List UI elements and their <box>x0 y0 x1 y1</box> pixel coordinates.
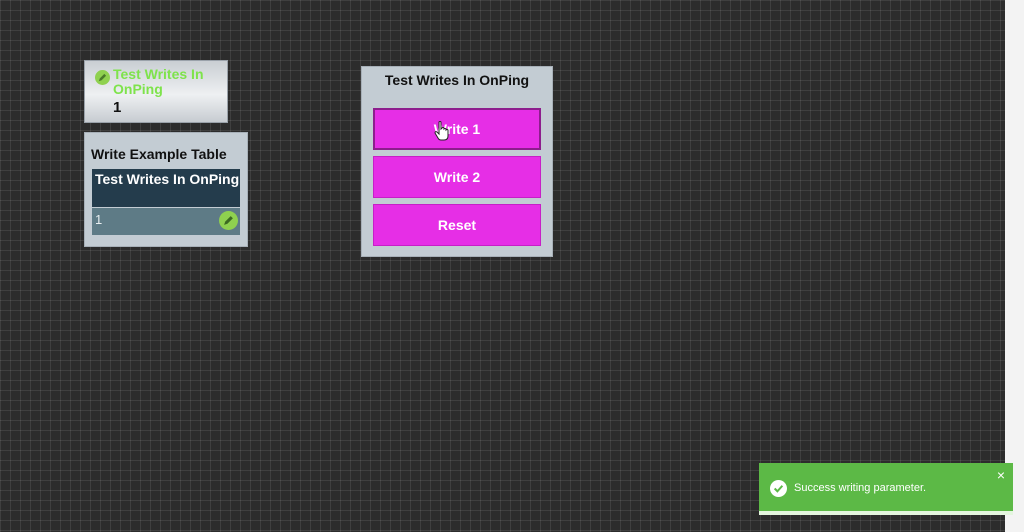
page-scroll-edge <box>1005 0 1024 532</box>
value-widget: Test Writes In OnPing 1 <box>84 60 228 123</box>
write-example-table: Write Example Table Test Writes In OnPin… <box>84 132 248 247</box>
reset-button[interactable]: Reset <box>373 204 541 246</box>
write-2-button[interactable]: Write 2 <box>373 156 541 198</box>
hand-cursor-icon <box>434 121 449 141</box>
button-widget-title: Test Writes In OnPing <box>384 72 530 88</box>
table-cell-value: 1 <box>95 212 103 227</box>
success-toast: Success writing parameter. × <box>759 463 1013 515</box>
close-icon[interactable]: × <box>997 467 1005 483</box>
table-title: Write Example Table <box>91 146 227 162</box>
value-widget-title: Test Writes In OnPing <box>113 66 204 97</box>
table-row: 1 <box>92 208 240 235</box>
table-column-header: Test Writes In OnPing <box>92 169 240 207</box>
check-circle-icon <box>770 480 787 497</box>
write-buttons-widget: Test Writes In OnPing Write 1 Write 2 Re… <box>361 66 553 257</box>
toast-message: Success writing parameter. <box>794 482 927 494</box>
value-widget-value: 1 <box>113 99 122 116</box>
edit-pencil-icon[interactable] <box>219 211 238 230</box>
write-1-button[interactable]: Write 1 <box>373 108 541 150</box>
edit-pencil-icon[interactable] <box>95 70 110 85</box>
